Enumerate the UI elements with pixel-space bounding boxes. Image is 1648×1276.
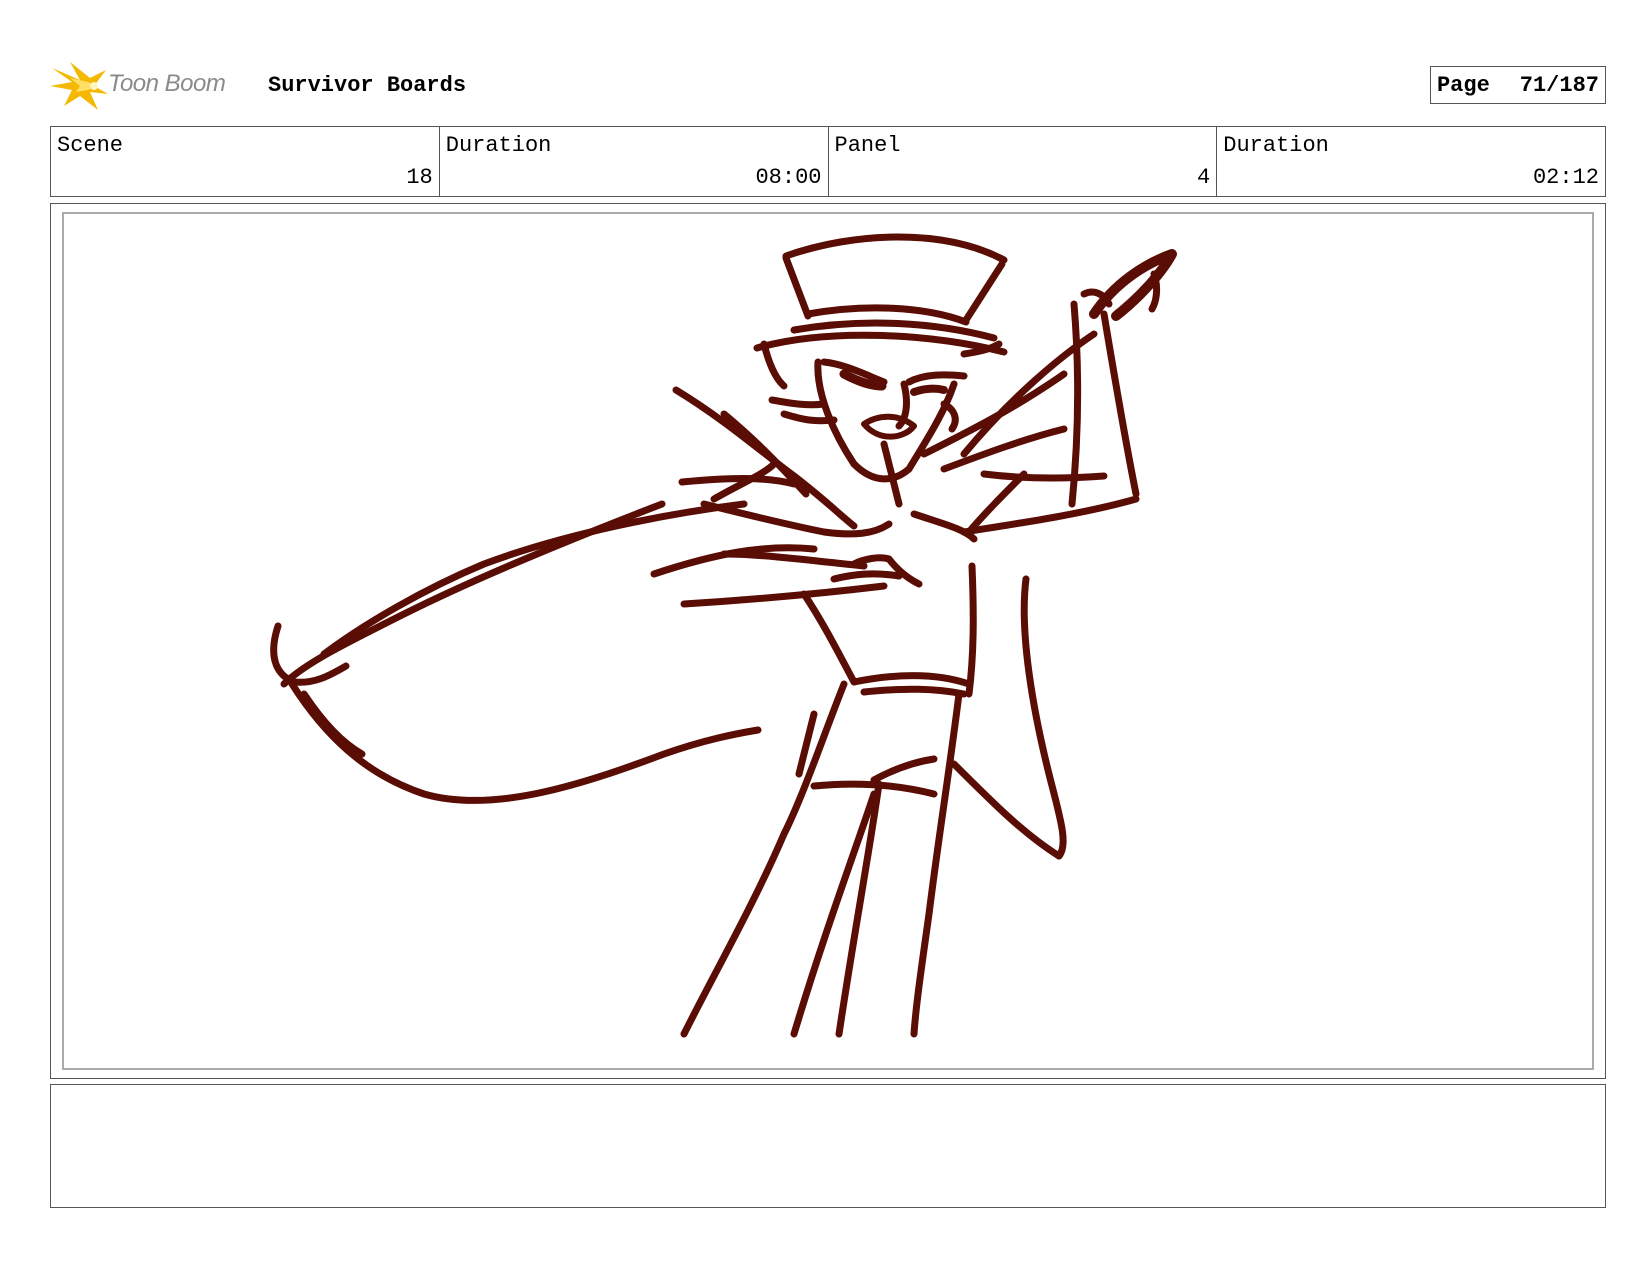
cape-bottom xyxy=(288,680,762,804)
hat-left-side xyxy=(782,254,812,320)
hand-on-chest-2 xyxy=(830,570,903,583)
raised-arm-back xyxy=(1100,310,1140,498)
hat-top xyxy=(782,233,1008,264)
coat-tail-right xyxy=(1020,575,1067,860)
scene-info-row: Scene 18 Duration 08:00 Panel 4 Duration… xyxy=(50,126,1606,197)
hat-brim xyxy=(753,331,1008,356)
scene-duration-value: 08:00 xyxy=(755,165,822,190)
panel-label: Panel xyxy=(834,133,901,158)
coat-tail-left xyxy=(965,562,977,698)
cheek-line xyxy=(768,396,828,409)
cape-inner xyxy=(300,690,366,758)
leg-left-inner xyxy=(790,790,878,1038)
coat-tail-bottom xyxy=(950,760,1063,860)
hip-left xyxy=(800,590,858,686)
leg-right-inner xyxy=(835,780,883,1038)
raised-arm-front xyxy=(1068,300,1082,508)
page-number: 71/187 xyxy=(1519,72,1599,98)
crossed-arm xyxy=(680,582,888,608)
page-label: Page xyxy=(1436,72,1490,98)
project-title: Survivor Boards xyxy=(268,73,467,98)
scene-cell: Scene 18 xyxy=(51,127,440,196)
hat-right-side xyxy=(962,260,1006,324)
crossed-arm-2 xyxy=(720,550,868,570)
knee-line-2 xyxy=(870,755,938,784)
panel-duration-label: Duration xyxy=(1223,133,1329,158)
panel-duration-value: 02:12 xyxy=(1532,165,1599,190)
toon-boom-logo: Toon Boom xyxy=(50,58,250,112)
hand-fist xyxy=(1089,249,1177,321)
page-indicator: Page 71/187 xyxy=(1429,66,1606,104)
hand-fingers xyxy=(1148,270,1161,313)
eye-right xyxy=(910,384,948,396)
scene-value: 18 xyxy=(406,165,433,190)
leg-right-outer xyxy=(910,690,963,1038)
storyboard-panel-frame xyxy=(50,203,1606,1079)
character-sketch xyxy=(270,233,1177,1038)
scene-duration-cell: Duration 08:00 xyxy=(440,127,829,196)
storyboard-header: Toon Boom Survivor Boards Page 71/187 xyxy=(50,58,1606,112)
cape-top-2 xyxy=(320,500,748,658)
panel-duration-cell: Duration 02:12 xyxy=(1217,127,1605,196)
scene-duration-label: Duration xyxy=(445,133,552,158)
flash-logo-icon xyxy=(50,62,108,110)
leg-left-outer xyxy=(680,680,848,1038)
storyboard-panel-canvas[interactable] xyxy=(62,212,1594,1070)
mouth xyxy=(861,413,917,440)
collar-right-spike xyxy=(980,470,1108,482)
ear xyxy=(940,400,959,433)
panel-cell: Panel 4 xyxy=(829,127,1218,196)
cape-tip xyxy=(270,622,350,686)
panel-value: 4 xyxy=(1197,165,1211,190)
waist-belt-2 xyxy=(860,685,968,698)
inner-collar xyxy=(910,510,978,543)
face-chin xyxy=(850,460,913,483)
hair-left xyxy=(760,340,788,390)
panel-notes[interactable] xyxy=(50,1084,1606,1208)
waist-belt xyxy=(850,672,973,688)
logo-text: Toon Boom xyxy=(108,70,226,97)
scene-label: Scene xyxy=(57,133,124,158)
eyebrow-right xyxy=(905,371,968,386)
